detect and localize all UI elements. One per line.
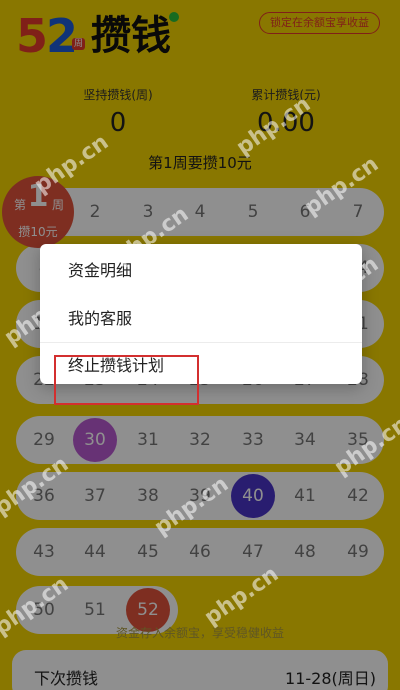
highlight-box bbox=[54, 355, 199, 405]
menu-item-fund-details[interactable]: 资金明细 bbox=[40, 248, 362, 294]
